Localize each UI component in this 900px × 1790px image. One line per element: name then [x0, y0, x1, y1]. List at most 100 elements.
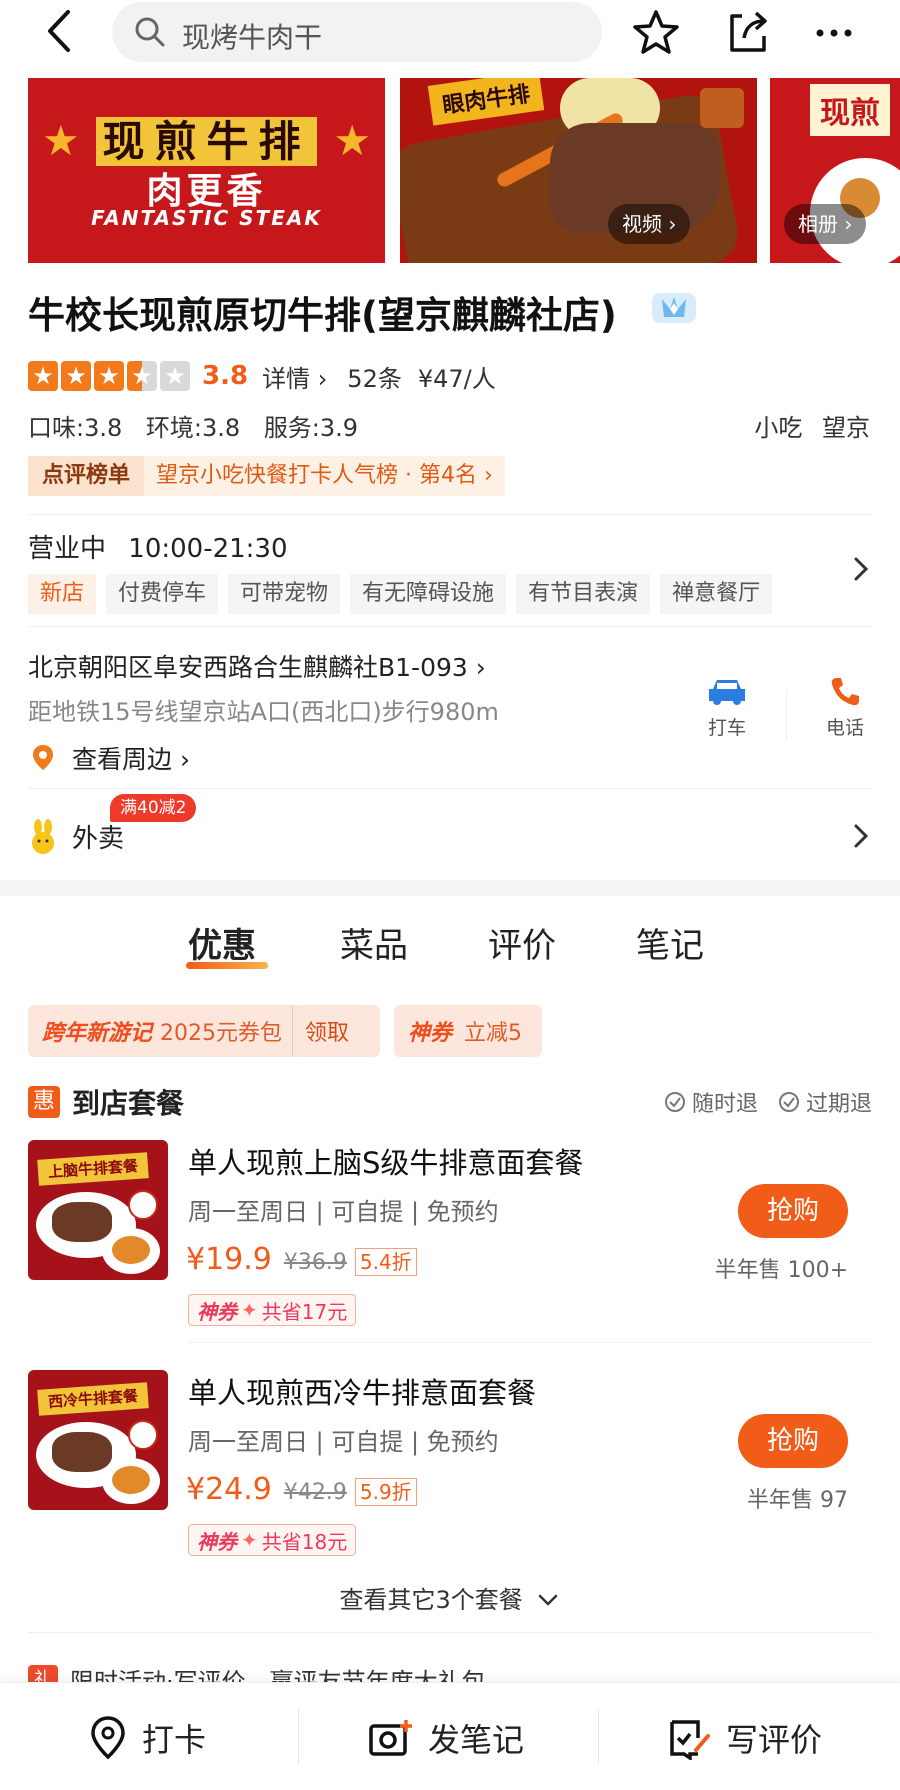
rank-badge[interactable]: 点评榜单 望京小吃快餐打卡人气榜 · 第4名 › [28, 456, 505, 496]
album-button[interactable]: 相册 › [784, 204, 867, 244]
check-circle-icon [665, 1092, 685, 1112]
rank-text: 望京小吃快餐打卡人气榜 · 第4名 › [144, 456, 505, 496]
view-nearby-link[interactable]: 查看周边 › [28, 740, 190, 776]
search-box[interactable]: 现烤牛肉干 [112, 2, 602, 62]
buy-button[interactable]: 抢购 [738, 1184, 848, 1238]
post-note-button[interactable]: 发笔记 [368, 1713, 524, 1763]
refund-anytime-label: 随时退 [692, 1092, 759, 1117]
divider [28, 788, 873, 789]
divider [598, 1709, 599, 1765]
photo-strip[interactable]: ★ ★ 现煎牛排 肉更香 FANTASTIC STEAK 眼肉牛排 视频 › 现… [0, 78, 900, 263]
environment-score: 环境:3.8 [145, 414, 241, 442]
tab-reviews[interactable]: 评价 [488, 918, 556, 967]
more-deals-link[interactable]: 查看其它3个套餐 [0, 1580, 900, 1615]
rating-detail-link[interactable]: 详情 › [262, 359, 327, 394]
tab-bar: 优惠 菜品 评价 笔记 [0, 918, 900, 978]
tab-discounts[interactable]: 优惠 [188, 918, 256, 967]
write-review-label: 写评价 [726, 1721, 823, 1759]
seal-badge [128, 1420, 158, 1450]
takeout-row[interactable]: 外卖 [28, 818, 124, 855]
sold-count: 半年售 97 [747, 1488, 848, 1513]
favorite-star-icon[interactable] [630, 6, 682, 58]
divider [28, 514, 873, 515]
rating-row: 3.8 详情 › 52条 ¥47/人 [28, 358, 496, 394]
video-button[interactable]: 视频 › [608, 204, 691, 244]
deal-name[interactable]: 单人现煎西冷牛排意面套餐 [188, 1370, 536, 1412]
tab-dishes[interactable]: 菜品 [340, 918, 408, 967]
sold-count: 半年售 100+ [714, 1258, 848, 1283]
savings-amount: 共省18元 [261, 1529, 348, 1554]
coupon-separator [292, 1005, 294, 1057]
search-placeholder: 现烤牛肉干 [182, 21, 323, 54]
chevron-right-icon[interactable] [852, 822, 870, 858]
savings-amount: 共省17元 [261, 1299, 348, 1324]
back-icon[interactable] [40, 6, 80, 56]
taxi-button[interactable]: 打车 [682, 675, 772, 740]
diamond-crown-icon [650, 285, 698, 327]
deal-discount: 5.9折 [354, 1478, 417, 1506]
top-bar: 现烤牛肉干 [0, 0, 900, 68]
refund-anytime: 随时退 [664, 1086, 758, 1118]
buy-button[interactable]: 抢购 [738, 1414, 848, 1468]
super-coupon-tag: 神券 [197, 1529, 237, 1554]
steak [52, 1432, 112, 1472]
sauce-cup [700, 88, 744, 128]
takeout-promo-badge: 满40减2 [110, 794, 197, 822]
phone-button[interactable]: 电话 [800, 675, 890, 740]
location-pin-icon [91, 1716, 125, 1760]
write-review-button[interactable]: 写评价 [666, 1713, 822, 1763]
deal-original-price: ¥42.9 [283, 1480, 347, 1505]
section-gap [0, 880, 900, 896]
chevron-right-icon[interactable] [852, 555, 870, 591]
deal-image-banner: 西冷牛排套餐 [37, 1382, 149, 1416]
more-icon[interactable] [808, 6, 860, 58]
deal-savings-tag: 神券 ✦ 共省18元 [188, 1524, 357, 1556]
facility-tags: 新店 付费停车 可带宠物 有无障碍设施 有节目表演 禅意餐厅 [28, 574, 773, 614]
deal-image[interactable]: 上脑牛排套餐 [28, 1140, 168, 1280]
phone-label: 电话 [825, 717, 864, 739]
deal-price: ¥19.9 [186, 1242, 272, 1277]
deal-name[interactable]: 单人现煎上脑S级牛排意面套餐 [188, 1140, 583, 1182]
taxi-label: 打车 [707, 717, 746, 739]
business-hours[interactable]: 营业中 10:00-21:30 [28, 528, 288, 565]
photo-1[interactable]: ★ ★ 现煎牛排 肉更香 FANTASTIC STEAK [28, 78, 385, 263]
area-tag[interactable]: 望京 [822, 414, 870, 442]
facility-tag: 新店 [28, 574, 97, 614]
takeout-label: 外卖 [72, 824, 125, 854]
share-icon[interactable] [722, 6, 774, 58]
review-count[interactable]: 52条 [347, 359, 402, 394]
sub-scores: 口味:3.8 环境:3.8 服务:3.9 [28, 408, 374, 443]
lightning-icon: ✦ [241, 1528, 258, 1552]
checkin-label: 打卡 [142, 1721, 207, 1759]
category-tag[interactable]: 小吃 [754, 414, 802, 442]
chevron-down-icon [539, 1594, 558, 1606]
shop-name: 牛校长现煎原切牛排(望京麒麟社店) [28, 294, 617, 337]
shop-address[interactable]: 北京朝阳区阜安西路合生麒麟社B1-093 › [28, 648, 486, 684]
star-icon [61, 361, 91, 391]
deal-meta: 周一至周日 | 可自提 | 免预约 [188, 1198, 499, 1226]
photo-3[interactable]: 现煎 相册 › [770, 78, 900, 263]
taste-score: 口味:3.8 [28, 414, 123, 442]
super-coupon[interactable]: 神券 立减5 [394, 1005, 542, 1057]
photo-1-headline: 现煎牛排 [28, 108, 385, 169]
edit-review-icon [670, 1720, 710, 1760]
claim-button[interactable]: 领取 [305, 1015, 349, 1047]
super-coupon-value: 立减5 [464, 1021, 523, 1046]
photo-2[interactable]: 眼肉牛排 视频 › [400, 78, 757, 263]
deal-image[interactable]: 西冷牛排套餐 [28, 1370, 168, 1510]
section-title: 到店套餐 [72, 1087, 185, 1120]
facility-tag: 可带宠物 [228, 574, 341, 614]
checkin-button[interactable]: 打卡 [88, 1713, 206, 1763]
open-status: 营业中 [28, 534, 107, 564]
deal-item[interactable]: 西冷牛排套餐 单人现煎西冷牛排意面套餐 周一至周日 | 可自提 | 免预约 ¥2… [0, 1370, 900, 1570]
tab-notes[interactable]: 笔记 [636, 918, 704, 967]
deal-discount: 5.4折 [354, 1248, 417, 1276]
divider [786, 690, 787, 740]
deal-item[interactable]: 上脑牛排套餐 单人现煎上脑S级牛排意面套餐 周一至周日 | 可自提 | 免预约 … [0, 1140, 900, 1343]
photo-3-banner: 现煎 [810, 84, 890, 136]
rating-score: 3.8 [202, 361, 249, 391]
photo-1-english: FANTASTIC STEAK [91, 206, 322, 230]
coupon-pack[interactable]: 跨年新游记 2025元券包 领取 [28, 1005, 380, 1057]
star-rating [28, 361, 190, 391]
star-icon [94, 361, 124, 391]
